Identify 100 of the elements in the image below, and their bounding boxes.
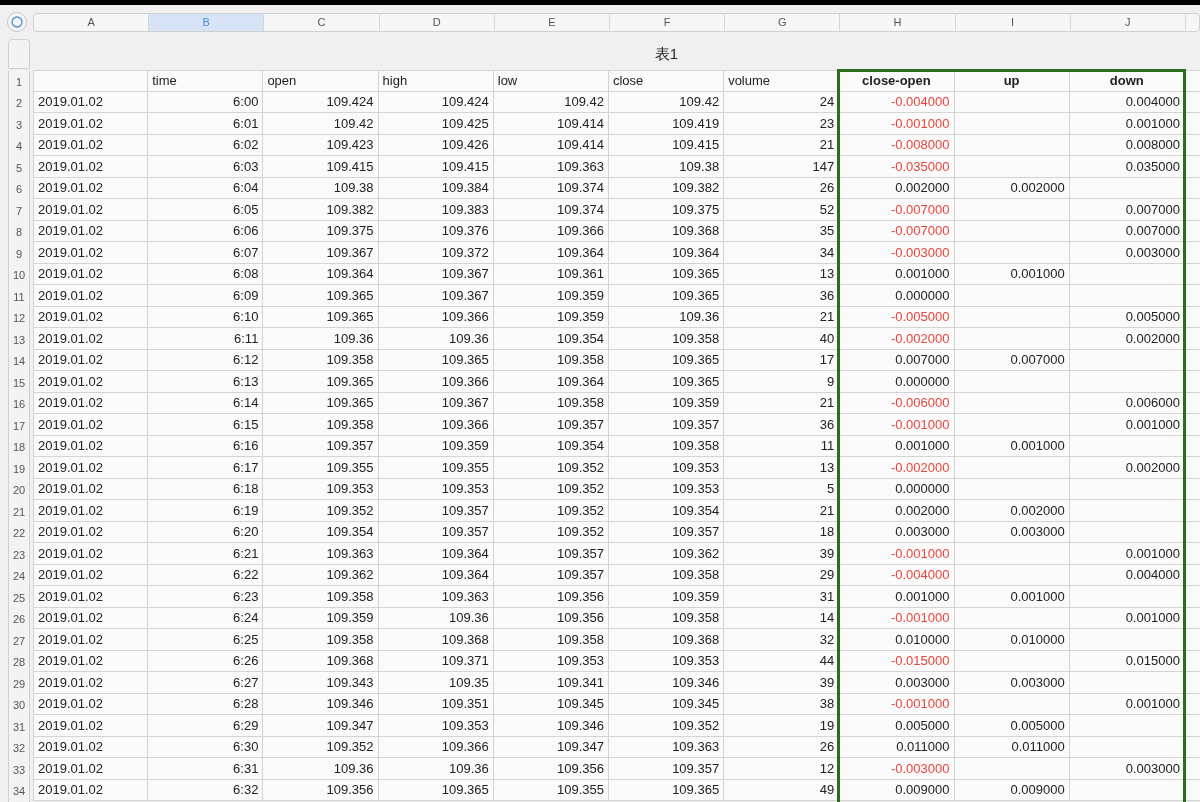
row-number[interactable]: 24: [8, 565, 30, 587]
table-cell: 109.364: [263, 263, 379, 285]
row-number[interactable]: 12: [8, 307, 30, 329]
table-cell: 0.005000: [839, 715, 955, 737]
column-header[interactable]: D: [379, 13, 495, 31]
table-cell: 109.372: [378, 242, 494, 264]
table-cell: 6:01: [148, 113, 264, 135]
row-number[interactable]: 11: [8, 286, 30, 308]
table-cell: 6:06: [148, 220, 264, 242]
table-cell: 109.359: [493, 285, 609, 307]
table-cell: 109.365: [263, 371, 379, 393]
row-number[interactable]: 20: [8, 479, 30, 501]
table-cell: 6:31: [148, 758, 264, 780]
row-number[interactable]: 34: [8, 780, 30, 802]
column-header[interactable]: F: [609, 13, 726, 31]
table-cell: 109.357: [608, 414, 725, 436]
column-header[interactable]: I: [955, 13, 1071, 31]
row-number[interactable]: 26: [8, 608, 30, 630]
row-number[interactable]: 33: [8, 759, 30, 781]
table-cell: 109.383: [378, 199, 494, 221]
table-cell: 2019.01.02: [33, 113, 149, 135]
row-number[interactable]: 7: [8, 200, 30, 222]
table-cell: 0.001000: [1069, 113, 1185, 135]
table-cell: -0.007000: [839, 199, 955, 221]
column-header[interactable]: J: [1070, 13, 1186, 31]
table-cell: 109.354: [608, 500, 725, 522]
column-header[interactable]: G: [725, 13, 841, 31]
table-cell: 109.354: [493, 328, 609, 350]
table-cell: 6:09: [148, 285, 264, 307]
row-number[interactable]: 21: [8, 501, 30, 523]
row-number[interactable]: 31: [8, 716, 30, 738]
row-number[interactable]: 18: [8, 436, 30, 458]
table-cell: 6:15: [148, 414, 264, 436]
table-cell: 0.003000: [1069, 242, 1185, 264]
table-cell: 6:25: [148, 629, 264, 651]
table-cell: 2019.01.02: [33, 500, 149, 522]
row-number[interactable]: 30: [8, 694, 30, 716]
table-cell: 109.359: [608, 586, 725, 608]
table-cell: 109.362: [263, 564, 379, 586]
table-cell: 109.352: [608, 715, 725, 737]
table-cell: 2019.01.02: [33, 134, 149, 156]
table-cell: 109.352: [493, 457, 609, 479]
row-number[interactable]: 27: [8, 630, 30, 652]
table-title: 表1: [654, 45, 679, 64]
table-cell: 109.353: [263, 478, 379, 500]
row-number[interactable]: 8: [8, 221, 30, 243]
row-number[interactable]: 16: [8, 393, 30, 415]
row-number[interactable]: 2: [8, 92, 30, 114]
row-number[interactable]: 23: [8, 544, 30, 566]
column-header[interactable]: C: [264, 13, 380, 31]
row-number[interactable]: 15: [8, 372, 30, 394]
table-cell: 2019.01.02: [33, 672, 149, 694]
table-cell: 40: [724, 328, 840, 350]
table-cell: 2019.01.02: [33, 478, 149, 500]
table-handle[interactable]: [8, 39, 30, 69]
row-number[interactable]: 5: [8, 157, 30, 179]
table-cell: 6:08: [148, 263, 264, 285]
table-cell: 109.358: [263, 414, 379, 436]
table-cell: 0.001000: [954, 586, 1070, 608]
row-number[interactable]: 6: [8, 178, 30, 200]
row-number[interactable]: 29: [8, 673, 30, 695]
row-number[interactable]: 9: [8, 243, 30, 265]
table-cell: 34: [724, 242, 840, 264]
table-cell: 19: [724, 715, 840, 737]
table-cell: 109.35: [378, 672, 494, 694]
table-cell: 2019.01.02: [33, 199, 149, 221]
row-number[interactable]: 17: [8, 415, 30, 437]
row-number[interactable]: 32: [8, 737, 30, 759]
table-cell: 109.359: [263, 607, 379, 629]
row-number[interactable]: 19: [8, 458, 30, 480]
column-header[interactable]: H: [840, 13, 956, 31]
table-cell: 2019.01.02: [33, 543, 149, 565]
row-number[interactable]: 4: [8, 135, 30, 157]
row-number[interactable]: 10: [8, 264, 30, 286]
row-number[interactable]: 22: [8, 522, 30, 544]
table-cell: 2019.01.02: [33, 607, 149, 629]
table-cell: 0.001000: [839, 586, 955, 608]
row-number[interactable]: 3: [8, 114, 30, 136]
table-cell: 109.346: [493, 715, 609, 737]
table-cell: 0.002000: [954, 500, 1070, 522]
row-number[interactable]: 14: [8, 350, 30, 372]
table-cell: 2019.01.02: [33, 715, 149, 737]
row-number[interactable]: 13: [8, 329, 30, 351]
table-cell: 109.363: [378, 586, 494, 608]
table-cell: 12: [724, 758, 840, 780]
table-cell: 109.346: [608, 672, 725, 694]
table-cell: 109.366: [378, 414, 494, 436]
table-cell: 6:24: [148, 607, 264, 629]
select-all-button[interactable]: [7, 12, 27, 32]
column-header[interactable]: E: [494, 13, 610, 31]
table-cell: 6:03: [148, 156, 264, 178]
table-cell: 9: [724, 371, 840, 393]
table-cell: 0.003000: [839, 672, 955, 694]
row-number[interactable]: 1: [8, 71, 30, 93]
table-cell: 109.362: [608, 543, 725, 565]
table-cell: 39: [724, 543, 840, 565]
row-number[interactable]: 28: [8, 651, 30, 673]
table-cell: 2019.01.02: [33, 392, 149, 414]
table-cell: 109.423: [263, 134, 379, 156]
row-number[interactable]: 25: [8, 587, 30, 609]
